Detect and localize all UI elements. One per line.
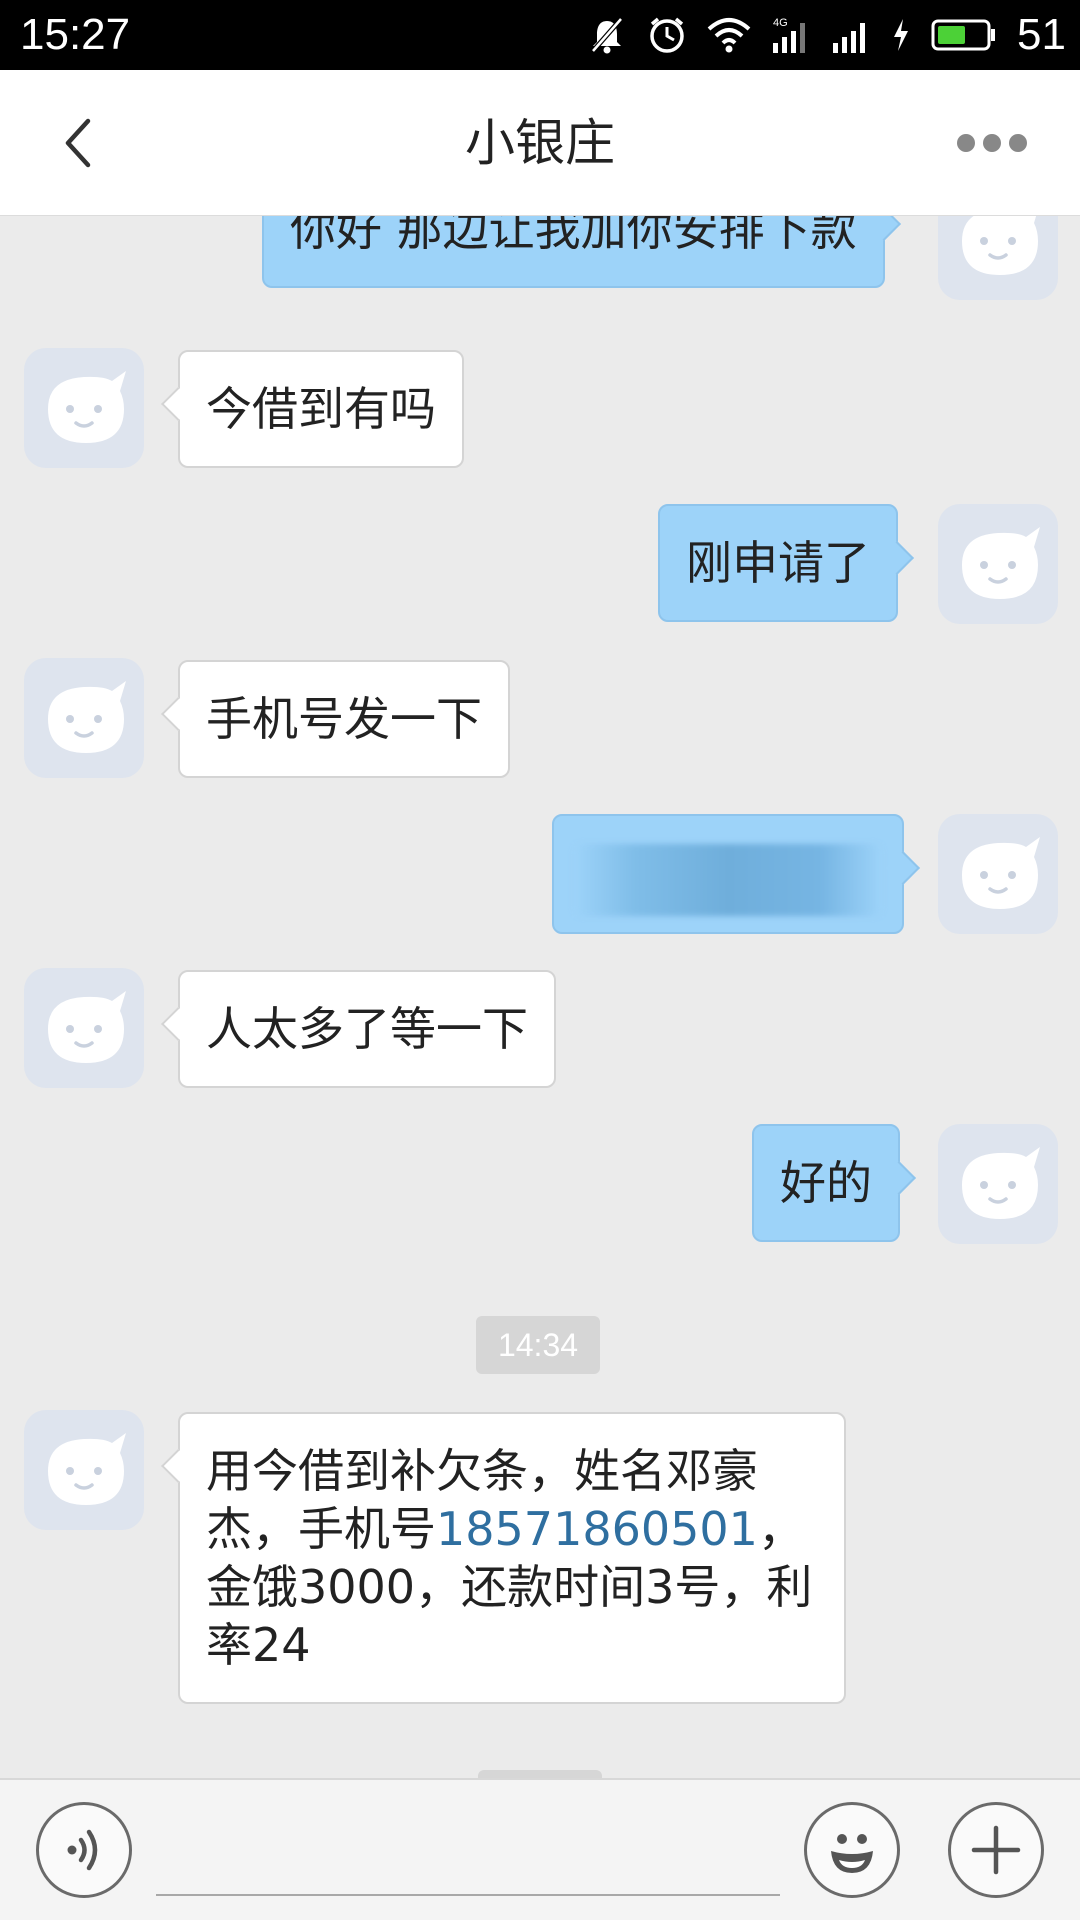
input-bar bbox=[0, 1778, 1080, 1920]
avatar-face-icon bbox=[48, 681, 126, 753]
wifi-icon bbox=[707, 15, 751, 55]
status-time: 15:27 bbox=[20, 10, 131, 59]
message-text: 好的 bbox=[780, 1156, 872, 1210]
battery-icon bbox=[931, 15, 997, 55]
avatar-contact[interactable] bbox=[24, 658, 144, 778]
avatar-self[interactable] bbox=[938, 504, 1058, 624]
message-text: 今借到有吗 bbox=[206, 382, 436, 436]
avatar-face-icon bbox=[962, 837, 1040, 909]
message-bubble-outgoing[interactable]: 你好 那边让我加你安排下款 bbox=[262, 216, 885, 288]
blurred-content bbox=[574, 844, 882, 916]
message-bubble-incoming[interactable]: 手机号发一下 bbox=[178, 660, 510, 778]
avatar-self[interactable] bbox=[938, 216, 1058, 300]
message-text: 人太多了等一下 bbox=[206, 1002, 528, 1056]
message-bubble-outgoing[interactable]: 好的 bbox=[752, 1124, 900, 1242]
partial-timestamp bbox=[478, 1770, 602, 1778]
chat-area[interactable]: 你好 那边让我加你安排下款 今借到有吗 刚申请了 手机号发一下 人太多了等一下 … bbox=[0, 216, 1080, 1778]
voice-icon bbox=[67, 1829, 98, 1871]
emoji-icon bbox=[831, 1834, 873, 1873]
message-text: 手机号发一下 bbox=[206, 692, 482, 746]
emoji-button[interactable] bbox=[804, 1802, 900, 1898]
svg-text:4G: 4G bbox=[773, 17, 788, 29]
more-dot bbox=[1009, 134, 1027, 152]
avatar-self[interactable] bbox=[938, 814, 1058, 934]
status-bar: 15:27 4G 51 bbox=[0, 0, 1080, 70]
more-button[interactable] bbox=[932, 108, 1052, 178]
mute-icon bbox=[587, 15, 627, 55]
avatar-face-icon bbox=[48, 991, 126, 1063]
avatar-face-icon bbox=[48, 371, 126, 443]
avatar-face-icon bbox=[962, 1147, 1040, 1219]
status-icons: 4G 51 bbox=[587, 8, 1066, 62]
signal-icon bbox=[831, 15, 871, 55]
message-bubble-incoming[interactable]: 用今借到补欠条，姓名邓豪杰，手机号18571860501，金饿3000，还款时间… bbox=[178, 1412, 846, 1704]
phone-number-link[interactable]: 18571860501 bbox=[436, 1502, 758, 1556]
chat-title: 小银庄 bbox=[465, 114, 615, 172]
message-bubble-incoming[interactable]: 今借到有吗 bbox=[178, 350, 464, 468]
avatar-self[interactable] bbox=[938, 1124, 1058, 1244]
message-text: 你好 那边让我加你安排下款 bbox=[290, 216, 857, 256]
chat-header: 小银庄 bbox=[0, 70, 1080, 216]
avatar-face-icon bbox=[962, 216, 1038, 275]
voice-button[interactable] bbox=[36, 1802, 132, 1898]
avatar-contact[interactable] bbox=[24, 348, 144, 468]
message-bubble-outgoing-blurred[interactable] bbox=[552, 814, 904, 934]
avatar-contact[interactable] bbox=[24, 1410, 144, 1530]
plus-button[interactable] bbox=[948, 1802, 1044, 1898]
battery-level: 51 bbox=[1017, 10, 1066, 59]
alarm-icon bbox=[647, 15, 687, 55]
message-bubble-outgoing[interactable]: 刚申请了 bbox=[658, 504, 898, 622]
avatar-face-icon bbox=[48, 1433, 126, 1505]
plus-icon bbox=[971, 1825, 1021, 1875]
avatar-face-icon bbox=[962, 527, 1040, 599]
message-bubble-incoming[interactable]: 人太多了等一下 bbox=[178, 970, 556, 1088]
more-dots-icon bbox=[957, 134, 975, 152]
message-text: 刚申请了 bbox=[686, 536, 870, 590]
charging-icon bbox=[891, 15, 911, 55]
message-timestamp: 14:34 bbox=[476, 1316, 600, 1374]
message-input[interactable] bbox=[156, 1820, 780, 1896]
avatar-contact[interactable] bbox=[24, 968, 144, 1088]
signal-4g-icon: 4G bbox=[771, 15, 811, 55]
more-dot bbox=[983, 134, 1001, 152]
